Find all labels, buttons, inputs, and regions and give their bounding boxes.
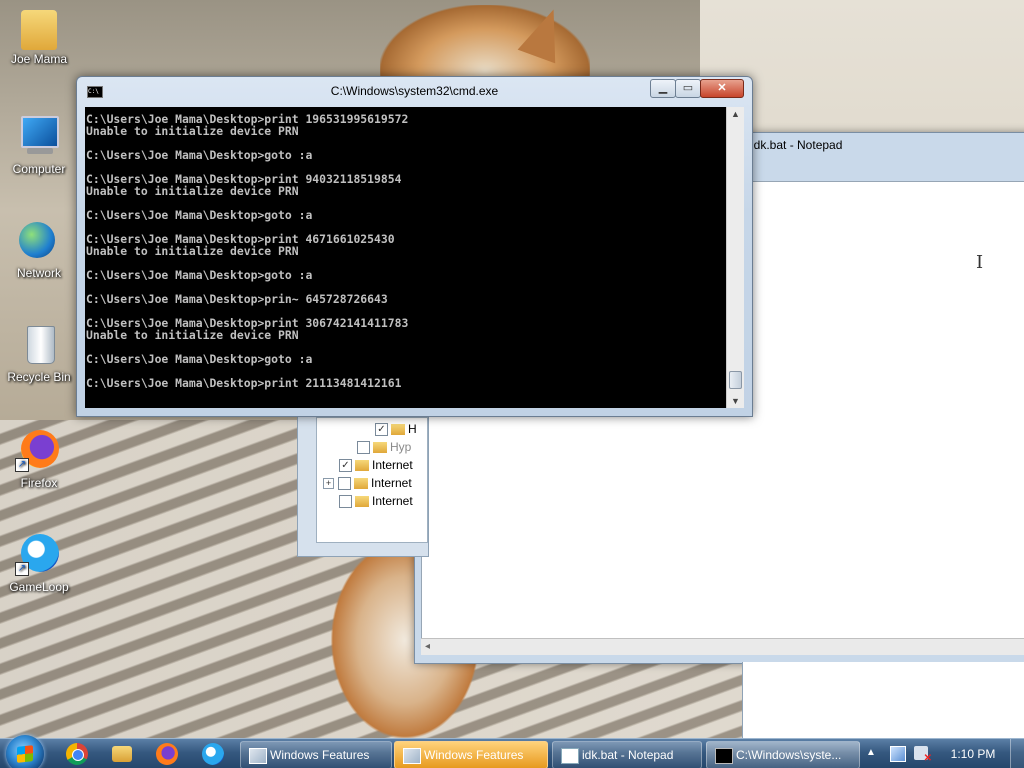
windows-features-icon — [249, 748, 267, 764]
desktop-icon-label: Network — [16, 266, 61, 280]
folder-icon — [391, 424, 405, 436]
scroll-thumb[interactable] — [729, 371, 742, 389]
folder-icon — [354, 478, 368, 490]
feature-item[interactable]: Internet — [339, 492, 413, 510]
taskbar: Windows Features Windows Features idk.ba… — [0, 735, 1024, 768]
feature-checkbox[interactable] — [338, 477, 351, 491]
text-cursor-icon: I — [976, 252, 984, 273]
folder-icon — [355, 460, 369, 472]
feature-checkbox[interactable] — [357, 441, 370, 455]
close-button[interactable]: ✕ — [700, 79, 744, 98]
maximize-button[interactable]: ▭ — [675, 79, 701, 98]
taskbar-item-windows-features[interactable]: Windows Features — [240, 741, 392, 768]
network-tray-icon[interactable] — [890, 746, 906, 762]
feature-checkbox[interactable] — [339, 495, 352, 509]
feature-checkbox[interactable]: ✓ — [339, 459, 352, 473]
shortcut-arrow-icon: ↗ — [15, 458, 29, 472]
show-desktop-button[interactable] — [1010, 739, 1024, 768]
feature-item[interactable]: ✓ H — [375, 420, 417, 438]
desktop-icon-label: Computer — [12, 162, 66, 176]
desktop-icon-label: GameLoop — [9, 580, 69, 594]
cmd-window[interactable]: C:\ C:\Windows\system32\cmd.exe ▁ ▭ ✕ C:… — [76, 76, 753, 417]
desktop-icon-joe-mama[interactable]: Joe Mama — [4, 6, 74, 66]
desktop-icon-network[interactable]: Network — [4, 216, 74, 280]
folder-icon — [373, 442, 387, 454]
desktop-icon-firefox[interactable]: ↗ Firefox — [4, 426, 74, 490]
features-tree[interactable]: ✓ H Hyp ✓ Internet + Internet Internet — [316, 417, 428, 543]
scroll-up-icon[interactable]: ▲ — [727, 109, 744, 119]
recycle-bin-icon — [15, 320, 63, 368]
desktop-icon-computer[interactable]: Computer — [4, 112, 74, 176]
feature-item[interactable]: + Internet — [323, 474, 412, 492]
console-output-area[interactable]: C:\Users\Joe Mama\Desktop>print 19653199… — [85, 107, 726, 408]
feature-item[interactable]: Hyp — [357, 438, 411, 456]
taskbar-item-notepad[interactable]: idk.bat - Notepad — [552, 741, 702, 768]
computer-icon — [15, 112, 63, 160]
show-hidden-icons-button[interactable]: ▲ — [866, 747, 876, 758]
firefox-icon: ↗ — [15, 426, 63, 474]
desktop-icon-label: Firefox — [20, 476, 58, 490]
cmd-icon — [715, 748, 733, 764]
desktop-icon-label: Recycle Bin — [7, 370, 71, 384]
explorer-icon[interactable] — [112, 746, 132, 762]
clock[interactable]: 1:10 PM — [948, 739, 998, 768]
gameloop-icon: ↗ — [15, 530, 63, 578]
console-text: C:\Users\Joe Mama\Desktop>print 19653199… — [86, 112, 409, 390]
notepad-title: idk.bat - Notepad — [751, 138, 843, 152]
folder-icon — [355, 496, 369, 508]
chrome-icon[interactable] — [66, 743, 88, 765]
notepad-icon — [561, 748, 579, 764]
feature-item[interactable]: ✓ Internet — [339, 456, 413, 474]
windows-logo-icon — [17, 745, 33, 763]
firefox-icon[interactable] — [156, 743, 178, 765]
windows-features-icon — [403, 748, 421, 764]
gameloop-icon[interactable] — [202, 743, 224, 765]
taskbar-item-cmd[interactable]: C:\Windows\syste... — [706, 741, 860, 768]
minimize-button[interactable]: ▁ — [650, 79, 676, 98]
notepad-horizontal-scrollbar[interactable]: ◂ — [421, 638, 1024, 655]
desktop-icon-gameloop[interactable]: ↗ GameLoop — [4, 530, 74, 594]
taskbar-item-windows-features-active[interactable]: Windows Features — [394, 741, 548, 768]
user-folder-icon — [21, 10, 57, 50]
network-icon — [15, 216, 63, 264]
shortcut-arrow-icon: ↗ — [15, 562, 29, 576]
desktop-icon-label: Joe Mama — [10, 52, 68, 66]
scroll-left-icon[interactable]: ◂ — [425, 641, 430, 652]
desktop-icon-recycle-bin[interactable]: Recycle Bin — [4, 320, 74, 384]
scroll-down-icon[interactable]: ▼ — [727, 396, 744, 406]
volume-muted-icon[interactable] — [914, 746, 932, 764]
expand-icon[interactable]: + — [323, 478, 334, 490]
feature-checkbox[interactable]: ✓ — [375, 423, 388, 437]
console-vertical-scrollbar[interactable]: ▲ ▼ — [726, 107, 744, 408]
background-window-fragment — [742, 662, 1024, 742]
start-button[interactable] — [6, 735, 44, 768]
